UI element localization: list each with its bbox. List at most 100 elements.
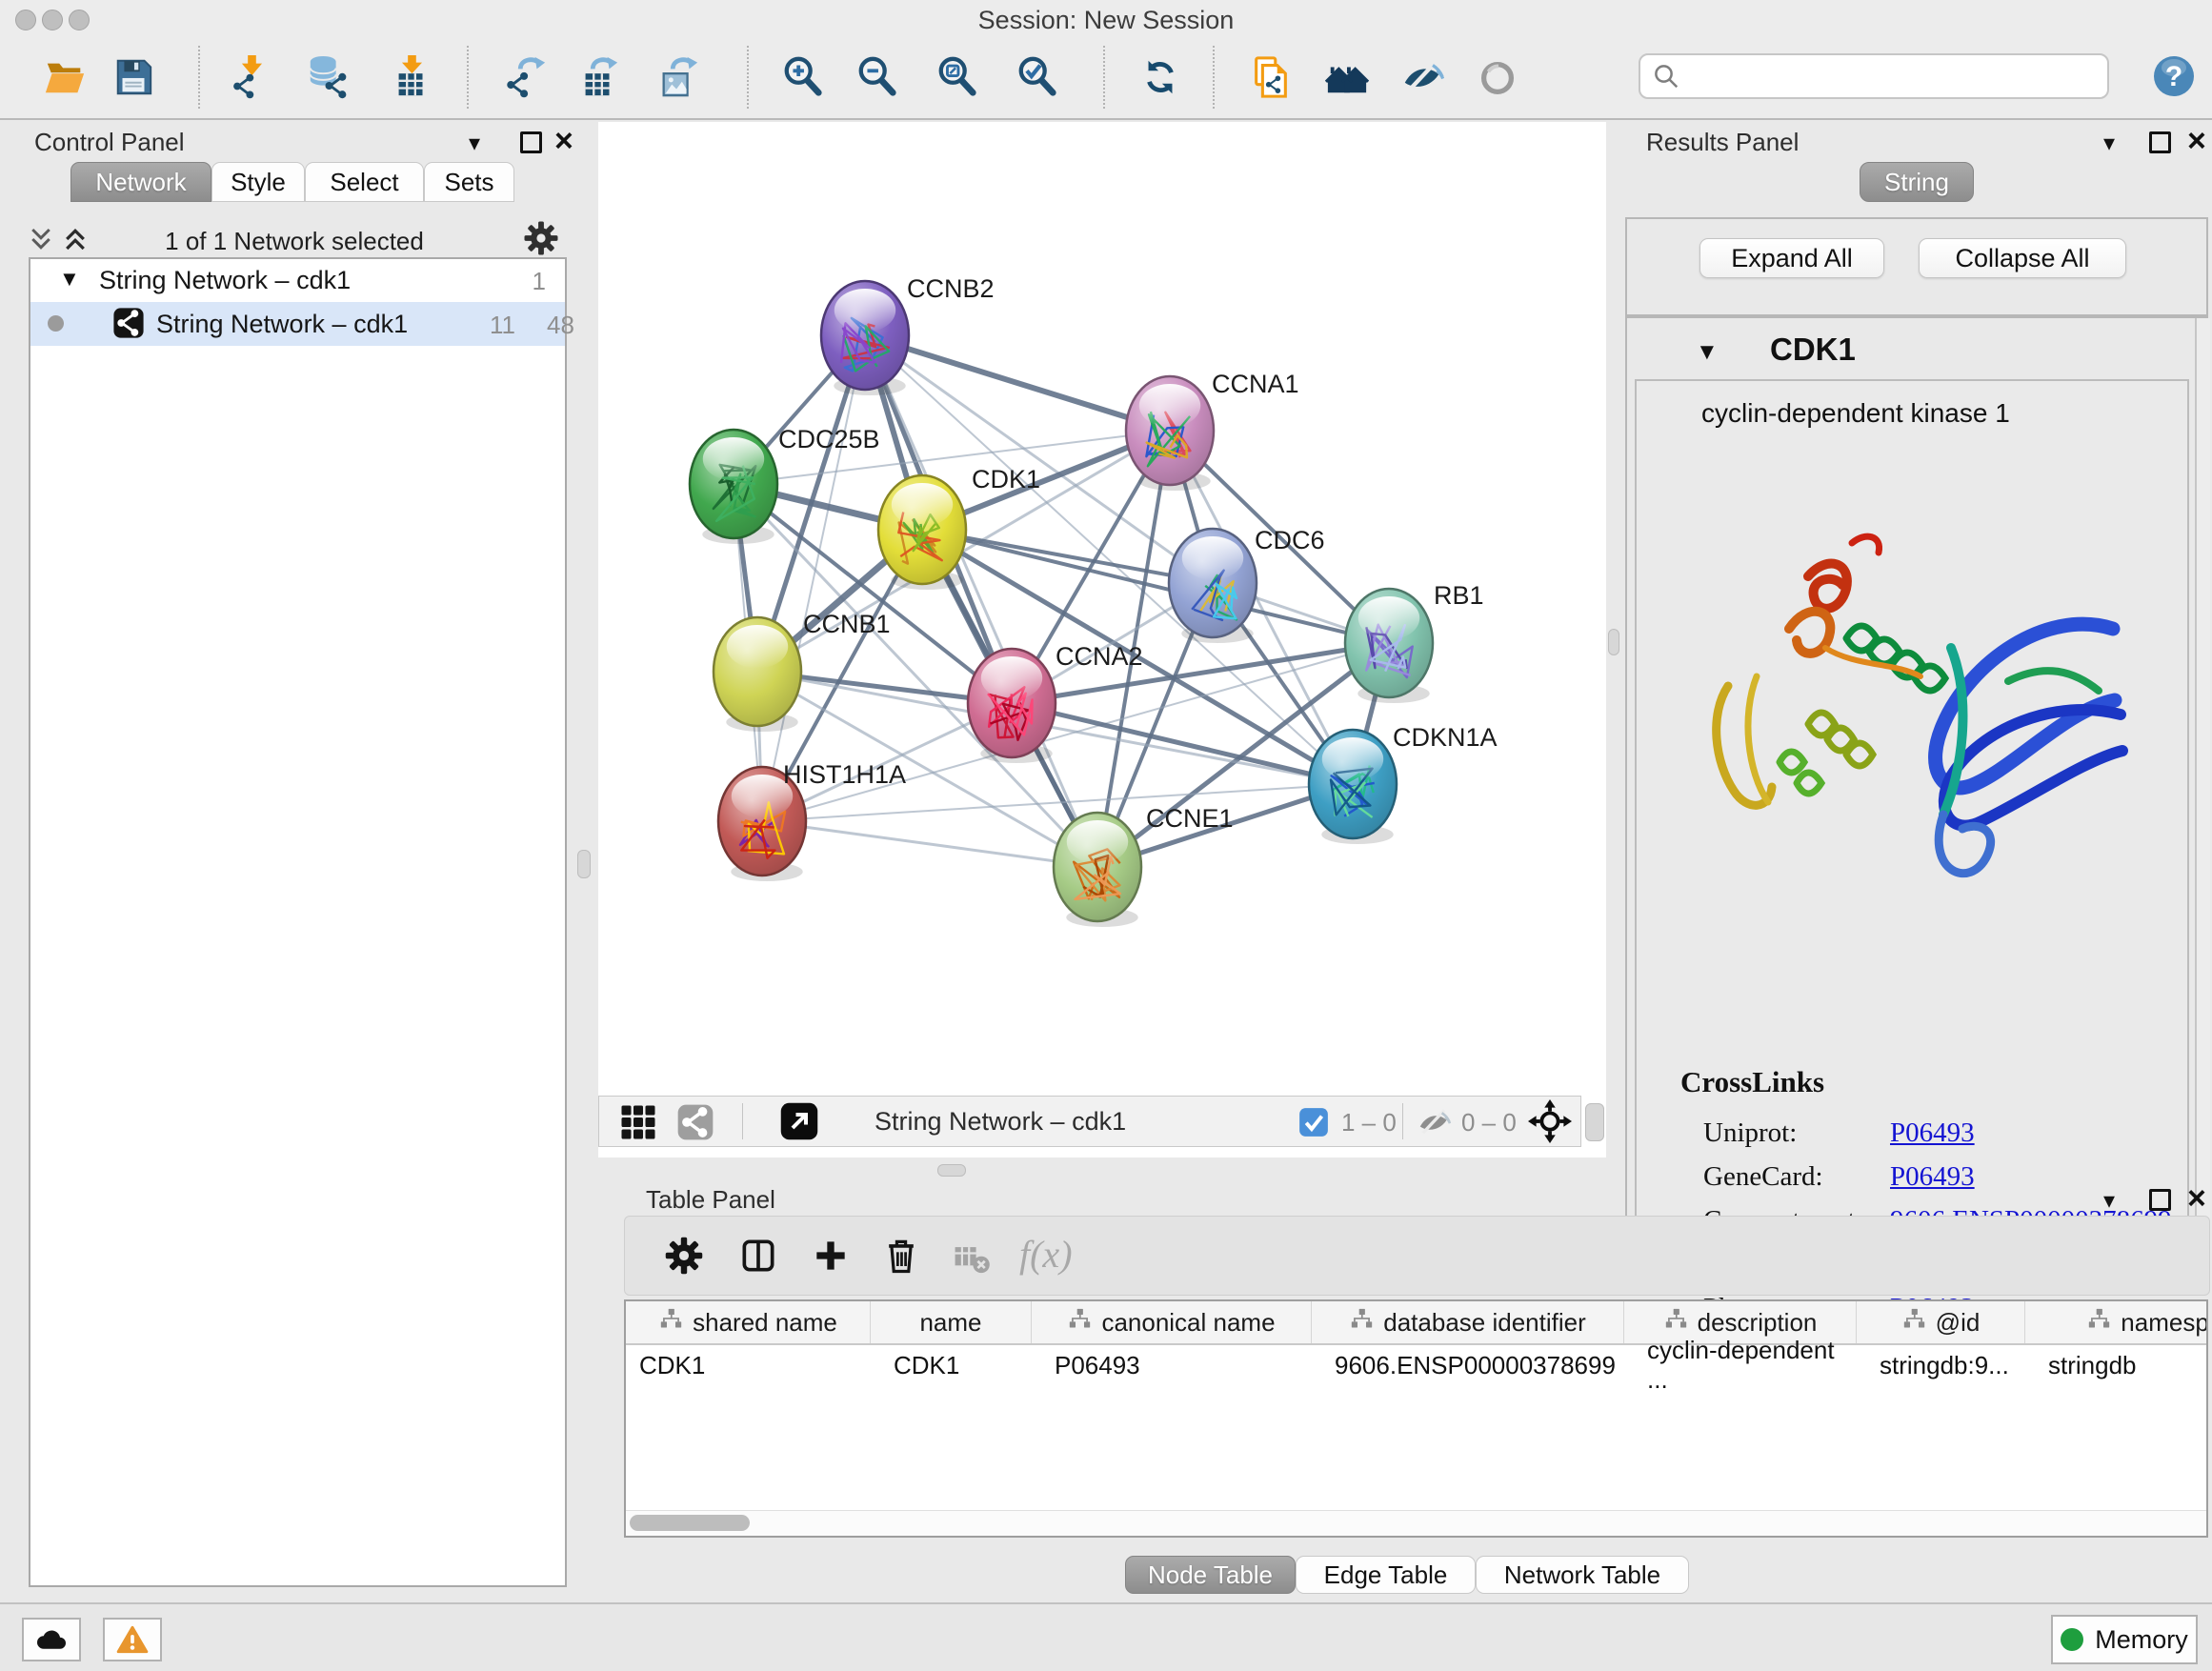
toolbar-separator [467,46,469,109]
table-cell[interactable]: CDK1 [871,1345,1032,1385]
network-share-icon[interactable] [676,1103,714,1141]
results-panel-menu-icon[interactable]: ▾ [2103,130,2115,157]
right-splitter-handle[interactable] [1608,629,1619,655]
table-cell[interactable]: stringdb [2025,1345,2208,1385]
table-row[interactable]: CDK1CDK1P064939606.ENSP00000378699cyclin… [626,1345,2206,1385]
open-session-icon[interactable] [43,55,87,99]
node-label: CDKN1A [1393,723,1498,752]
tab-style[interactable]: Style [211,162,305,202]
left-splitter-handle[interactable] [577,850,591,878]
results-panel-close-icon[interactable]: × [2187,131,2206,151]
tab-edge-table[interactable]: Edge Table [1296,1556,1476,1594]
zoom-selected-icon[interactable] [1016,55,1059,99]
search-input[interactable] [1639,53,2109,99]
control-panel-close-icon[interactable]: × [554,131,573,151]
column-header--id[interactable]: @id [1857,1301,2025,1343]
tab-string[interactable]: String [1860,162,1974,202]
network-collection-row[interactable]: ▼ String Network – cdk1 1 [30,259,565,302]
network-row-selected[interactable]: String Network – cdk1 11 48 [30,302,565,346]
tab-node-table[interactable]: Node Table [1125,1556,1296,1594]
network-canvas[interactable]: CCNB2CCNA1CDC25BCDK1CDC6RB1CCNB1CCNA2CDK… [598,122,1606,1158]
network-node-cdk1[interactable] [878,475,966,584]
network-edge[interactable] [1012,703,1353,784]
column-header-database-identifier[interactable]: database identifier [1312,1301,1624,1343]
table-options-gear-icon[interactable] [663,1235,705,1277]
column-header-namespace[interactable]: namespace [2025,1301,2208,1343]
navbar-grip[interactable] [1585,1103,1604,1141]
zoom-fit-icon[interactable] [935,55,979,99]
delete-column-trash-icon[interactable] [880,1235,922,1277]
table-cell[interactable]: cyclin-dependent ... [1624,1345,1857,1385]
network-edge[interactable] [762,335,865,821]
export-network-icon[interactable] [504,55,548,99]
tree-collapse-caret-icon[interactable]: ▼ [59,267,80,292]
tab-select[interactable]: Select [305,162,424,202]
export-table-icon[interactable] [576,55,620,99]
column-header-name[interactable]: name [871,1301,1032,1343]
control-panel-menu-icon[interactable]: ▾ [469,130,480,157]
results-scrollbar-track[interactable] [2195,318,2210,1235]
warnings-button[interactable] [103,1618,162,1661]
collapse-all-button[interactable]: Collapse All [1919,238,2126,278]
zoom-in-icon[interactable] [781,55,825,99]
column-header-canonical-name[interactable]: canonical name [1032,1301,1312,1343]
table-panel-menu-icon[interactable]: ▾ [2103,1187,2115,1215]
fit-selected-crosshair-icon[interactable] [1528,1099,1572,1143]
horizontal-splitter-handle[interactable] [937,1164,966,1177]
tab-network-table[interactable]: Network Table [1476,1556,1689,1594]
table-panel-float-icon[interactable] [2149,1189,2171,1211]
tab-network[interactable]: Network [70,162,211,202]
import-network-from-database-icon[interactable] [306,55,350,99]
create-column-plus-icon[interactable] [810,1235,852,1277]
table-cell[interactable]: CDK1 [626,1345,871,1385]
table-cell[interactable]: P06493 [1032,1345,1312,1385]
network-options-gear-icon[interactable] [522,219,560,257]
network-edge[interactable] [762,821,1097,867]
hide-selected-icon[interactable] [1400,55,1444,99]
grid-view-icon[interactable] [619,1103,657,1141]
table-horizontal-scrollbar[interactable] [626,1510,2206,1536]
import-table-icon[interactable] [390,55,433,99]
network-node-cdkn1a[interactable] [1309,730,1397,838]
control-panel-float-icon[interactable] [520,131,542,153]
network-node-ccna2[interactable] [968,649,1056,757]
export-image-icon[interactable] [656,55,700,99]
protein-structure-image [1665,486,2161,896]
help-button[interactable]: ? [2151,53,2197,99]
network-graph[interactable]: CCNB2CCNA1CDC25BCDK1CDC6RB1CCNB1CCNA2CDK… [598,122,1606,1158]
show-all-icon[interactable] [1476,55,1519,99]
tab-sets[interactable]: Sets [424,162,514,202]
network-node-ccne1[interactable] [1054,813,1141,921]
open-in-window-icon[interactable] [779,1101,819,1141]
save-session-icon[interactable] [111,55,155,99]
crosslink-value-link[interactable]: P06493 [1890,1117,1975,1149]
network-node-ccnb2[interactable] [821,281,909,390]
network-node-rb1[interactable] [1345,589,1433,697]
edge-count: 48 [547,311,574,340]
network-node-cdc6[interactable] [1169,529,1257,637]
results-panel-float-icon[interactable] [2149,131,2171,153]
table-cell[interactable]: 9606.ENSP00000378699 [1312,1345,1624,1385]
network-node-ccna1[interactable] [1126,376,1214,485]
first-neighbors-icon[interactable] [1325,55,1369,99]
refresh-layout-icon[interactable] [1138,55,1182,99]
duplicate-network-icon[interactable] [1249,55,1293,99]
entry-collapse-caret-icon[interactable]: ▼ [1696,339,1719,366]
expand-all-button[interactable]: Expand All [1699,238,1884,278]
cloud-status-button[interactable] [22,1618,81,1661]
node-table[interactable]: shared namenamecanonical namedatabase id… [624,1299,2208,1538]
import-network-icon[interactable] [230,55,273,99]
network-node-cdc25b[interactable] [690,430,777,538]
memory-label: Memory [2095,1625,2188,1655]
network-edge[interactable] [865,335,1170,431]
selected-checkbox-icon[interactable] [1297,1106,1330,1138]
network-node-ccnb1[interactable] [714,617,801,726]
table-cell[interactable]: stringdb:9... [1857,1345,2025,1385]
memory-button[interactable]: Memory [2051,1615,2198,1664]
column-header-shared-name[interactable]: shared name [626,1301,871,1343]
table-panel-close-icon[interactable]: × [2187,1189,2206,1208]
collapse-all-icon[interactable] [27,225,61,255]
zoom-out-icon[interactable] [855,55,899,99]
scrollbar-thumb[interactable] [630,1515,750,1531]
show-columns-icon[interactable] [737,1235,779,1277]
